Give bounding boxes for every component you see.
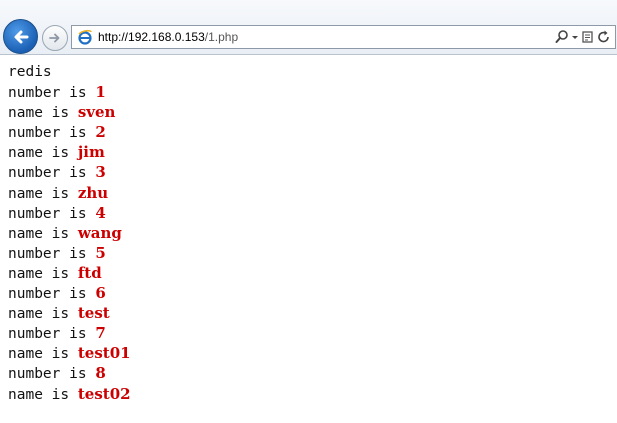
line-value: test01 (77, 344, 131, 363)
output-line: number is 6 (8, 283, 131, 303)
line-value: zhu (77, 183, 109, 202)
back-button[interactable] (3, 19, 38, 54)
url-text[interactable]: http://192.168.0.153/1.php (98, 29, 238, 45)
line-label: name is (8, 386, 78, 403)
line-label: name is (8, 225, 78, 242)
line-value: ftd (77, 263, 102, 282)
output-line: name is wang (8, 223, 131, 243)
back-arrow-icon (14, 30, 29, 44)
line-label: number is (8, 366, 96, 383)
line-value: 2 (95, 123, 106, 142)
address-bar-tools (555, 29, 611, 45)
browser-toolbar: http://192.168.0.153/1.php (0, 0, 617, 55)
line-label: name is (8, 306, 78, 323)
output-line: name is test02 (8, 384, 131, 404)
line-label: number is (8, 165, 96, 182)
output-line: number is 2 (8, 122, 131, 142)
line-label: name is (8, 145, 78, 162)
url-host: http://192.168.0.153 (98, 30, 205, 44)
output-line: number is 4 (8, 203, 131, 223)
forward-button[interactable] (42, 25, 68, 51)
line-label: name is (8, 105, 78, 122)
line-label: number is (8, 245, 96, 262)
line-value: 5 (95, 243, 106, 262)
line-value: 6 (95, 284, 106, 303)
line-value: 3 (95, 163, 106, 182)
output-line: number is 1 (8, 82, 131, 102)
line-label: name is (8, 185, 78, 202)
line-value: test02 (77, 384, 131, 403)
line-label: number is (8, 125, 96, 142)
line-value: jim (77, 143, 105, 162)
line-label: number is (8, 286, 96, 303)
forward-arrow-icon (49, 33, 60, 43)
output-line: name is sven (8, 102, 131, 122)
line-label: name is (8, 346, 78, 363)
output-line: number is 5 (8, 243, 131, 263)
ie-page-icon (78, 29, 92, 45)
line-value: test (77, 304, 110, 323)
line-value: wang (77, 223, 122, 242)
line-value: 1 (95, 83, 106, 102)
search-icon[interactable] (555, 29, 569, 45)
address-bar[interactable]: http://192.168.0.153/1.php (71, 25, 616, 49)
compatibility-icon[interactable] (581, 29, 595, 45)
output-line: name is test01 (8, 343, 131, 363)
output-line: number is 7 (8, 323, 131, 343)
output-line: number is 3 (8, 162, 131, 182)
output-line: name is ftd (8, 263, 131, 283)
output-line: name is zhu (8, 183, 131, 203)
output-line: number is 8 (8, 363, 131, 383)
output-line: name is jim (8, 142, 131, 162)
line-label: number is (8, 85, 96, 102)
line-label: number is (8, 205, 96, 222)
page-content: redis number is 1 name is sven number is 2… (8, 62, 131, 404)
line-label: number is (8, 326, 96, 343)
output-line: name is test (8, 303, 131, 323)
url-path: /1.php (204, 30, 239, 44)
line-value: 7 (95, 324, 106, 343)
line-value: 4 (95, 203, 106, 222)
page-heading: redis (8, 64, 52, 80)
dropdown-icon[interactable] (571, 29, 579, 45)
output-lines: number is 1 name is sven number is 2 name i… (8, 82, 131, 404)
line-label: name is (8, 265, 78, 282)
line-value: 8 (95, 364, 106, 383)
refresh-icon[interactable] (597, 29, 611, 45)
line-value: sven (77, 103, 116, 122)
